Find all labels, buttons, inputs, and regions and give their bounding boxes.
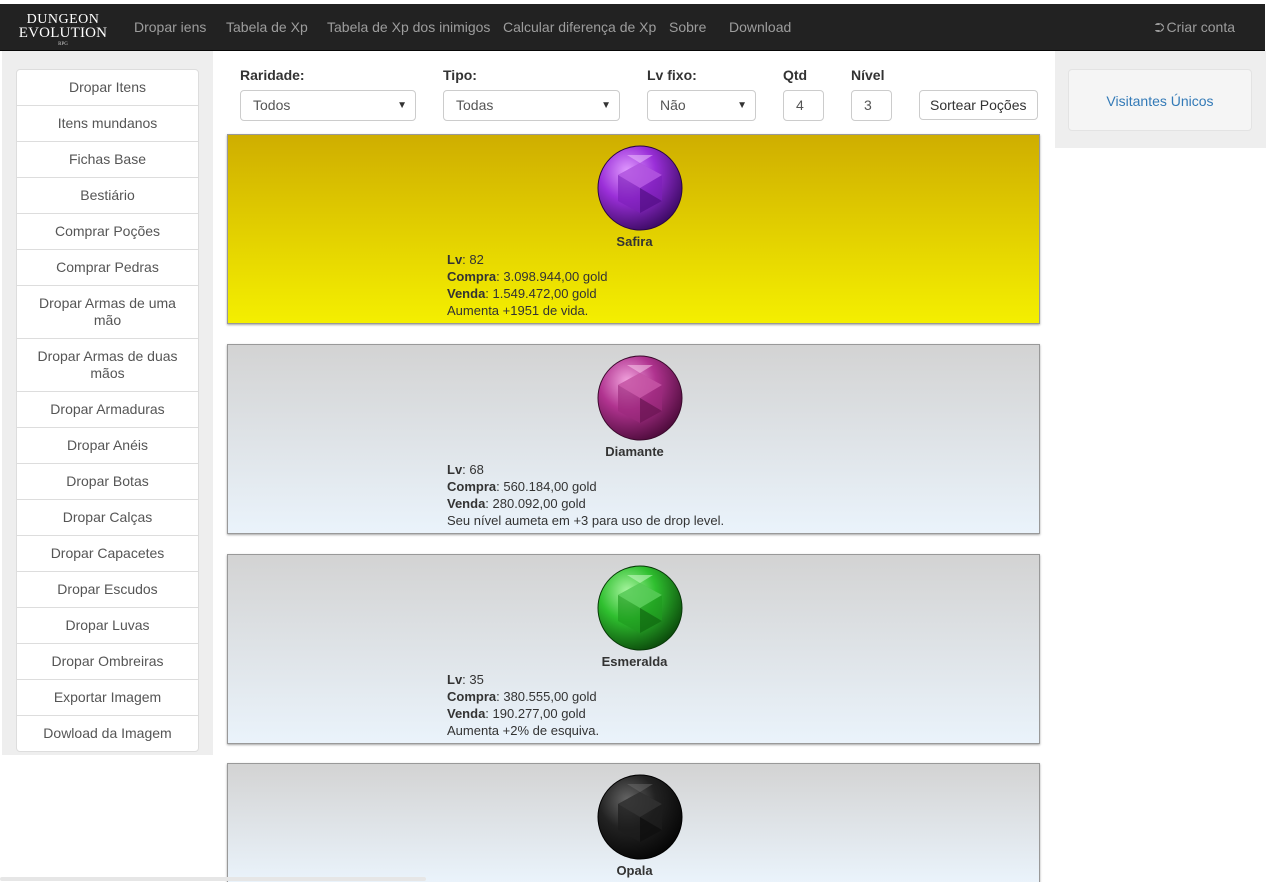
sidebar-item-comprar-pocoes[interactable]: Comprar Poções [16, 213, 199, 250]
item-description: Seu nível aumeta em +3 para uso de drop … [447, 513, 725, 528]
nav-tabela-xp-inimigos[interactable]: Tabela de Xp dos inimigos [327, 4, 490, 51]
brand-line3: RPG [58, 42, 68, 47]
brand-line2: EVOLUTION [18, 25, 108, 41]
lv-value: : 35 [462, 672, 484, 687]
chevron-down-icon: ▼ [397, 100, 407, 111]
tipo-label: Tipo: [443, 67, 477, 83]
nivel-input[interactable]: 3 [851, 90, 892, 121]
top-navbar: DUNGEON EVOLUTION RPG Dropar iens Tabela… [0, 4, 1265, 51]
brand-logo[interactable]: DUNGEON EVOLUTION RPG [17, 13, 109, 48]
raridade-select[interactable]: Todos ▼ [240, 90, 416, 121]
lvfixo-select[interactable]: Não ▼ [647, 90, 756, 121]
sidebar-item-calcas[interactable]: Dropar Calças [16, 499, 199, 536]
lvfixo-value: Não [660, 97, 686, 113]
venda-label: Venda [447, 496, 486, 511]
compra-label: Compra [447, 689, 497, 704]
sidebar-item-ombreiras[interactable]: Dropar Ombreiras [16, 643, 199, 680]
compra-value: : 380.555,00 gold [496, 689, 597, 704]
nav-tabela-xp[interactable]: Tabela de Xp [226, 4, 308, 51]
sidebar-menu: Dropar Itens Itens mundanos Fichas Base … [16, 69, 199, 752]
lv-value: : 68 [462, 462, 484, 477]
lv-value: : 82 [462, 252, 484, 267]
lv-label: Lv [447, 252, 463, 267]
compra-label: Compra [447, 479, 497, 494]
item-description: Aumenta +2% de esquiva. [447, 723, 600, 738]
nav-calcular-diferenca[interactable]: Calcular diferença de Xp [503, 4, 656, 51]
nav-sobre[interactable]: Sobre [669, 4, 706, 51]
sidebar-item-botas[interactable]: Dropar Botas [16, 463, 199, 500]
nivel-value: 3 [864, 97, 872, 113]
nav-download[interactable]: Download [729, 4, 791, 51]
item-stats: Lv: 82 Compra: 3.098.944,00 gold Venda: … [447, 251, 607, 319]
item-card: Opala [227, 763, 1040, 882]
item-name: Safira [616, 234, 653, 249]
raridade-value: Todos [253, 97, 291, 113]
sidebar-item-escudos[interactable]: Dropar Escudos [16, 571, 199, 608]
nivel-label: Nível [851, 67, 885, 83]
venda-value: : 1.549.472,00 gold [485, 286, 597, 301]
qtd-input[interactable]: 4 [783, 90, 824, 121]
sidebar-item-dropar-itens[interactable]: Dropar Itens [16, 69, 199, 106]
sidebar-item-fichas-base[interactable]: Fichas Base [16, 141, 199, 178]
sidebar-item-itens-mundanos[interactable]: Itens mundanos [16, 105, 199, 142]
tipo-value: Todas [456, 97, 494, 113]
sortear-pocoes-button[interactable]: Sortear Poções [919, 90, 1038, 120]
item-stats: Lv: 35 Compra: 380.555,00 gold Venda: 19… [447, 671, 599, 739]
chevron-down-icon: ▼ [737, 100, 747, 111]
item-name: Opala [616, 863, 653, 878]
gem-icon [597, 355, 683, 441]
nav-dropar-iens[interactable]: Dropar iens [134, 4, 206, 51]
compra-label: Compra [447, 269, 497, 284]
sidebar-item-capacetes[interactable]: Dropar Capacetes [16, 535, 199, 572]
sidebar-item-armas-uma-mao[interactable]: Dropar Armas de uma mão [16, 285, 199, 339]
item-card: Esmeralda Lv: 35 Compra: 380.555,00 gold… [227, 554, 1040, 744]
compra-value: : 560.184,00 gold [496, 479, 597, 494]
sidebar-item-comprar-pedras[interactable]: Comprar Pedras [16, 249, 199, 286]
sign-in-icon: ⮊ [1154, 20, 1165, 35]
item-description: Aumenta +1951 de vida. [447, 303, 589, 318]
lv-label: Lv [447, 672, 463, 687]
lv-label: Lv [447, 462, 463, 477]
sidebar-item-armas-duas-maos[interactable]: Dropar Armas de duas mãos [16, 338, 199, 392]
venda-value: : 190.277,00 gold [485, 706, 586, 721]
sidebar-item-download-imagem[interactable]: Dowload da Imagem [16, 715, 199, 752]
qtd-label: Qtd [783, 67, 808, 83]
criar-conta-label: Criar conta [1166, 19, 1235, 35]
criar-conta-link[interactable]: ⮊ Criar conta [1155, 4, 1235, 51]
visitantes-unicos-link[interactable]: Visitantes Únicos [1068, 69, 1252, 131]
tipo-select[interactable]: Todas ▼ [443, 90, 620, 121]
venda-label: Venda [447, 706, 486, 721]
item-name: Diamante [605, 444, 664, 459]
right-panel: Visitantes Únicos [1055, 51, 1266, 148]
gem-icon [597, 774, 683, 860]
lvfixo-label: Lv fixo: [647, 67, 697, 83]
sidebar-item-aneis[interactable]: Dropar Anéis [16, 427, 199, 464]
item-card: Safira Lv: 82 Compra: 3.098.944,00 gold … [227, 134, 1040, 324]
sidebar-item-bestiario[interactable]: Bestiário [16, 177, 199, 214]
item-card: Diamante Lv: 68 Compra: 560.184,00 gold … [227, 344, 1040, 534]
horizontal-scrollbar[interactable] [0, 877, 426, 881]
item-name: Esmeralda [601, 654, 668, 669]
sidebar: Dropar Itens Itens mundanos Fichas Base … [2, 51, 213, 755]
gem-icon [597, 145, 683, 231]
sidebar-item-exportar-imagem[interactable]: Exportar Imagem [16, 679, 199, 716]
venda-value: : 280.092,00 gold [485, 496, 586, 511]
sidebar-item-armaduras[interactable]: Dropar Armaduras [16, 391, 199, 428]
gem-icon [597, 565, 683, 651]
raridade-label: Raridade: [240, 67, 305, 83]
compra-value: : 3.098.944,00 gold [496, 269, 608, 284]
qtd-value: 4 [796, 97, 804, 113]
item-stats: Lv: 68 Compra: 560.184,00 gold Venda: 28… [447, 461, 724, 529]
chevron-down-icon: ▼ [601, 100, 611, 111]
venda-label: Venda [447, 286, 486, 301]
sidebar-item-luvas[interactable]: Dropar Luvas [16, 607, 199, 644]
